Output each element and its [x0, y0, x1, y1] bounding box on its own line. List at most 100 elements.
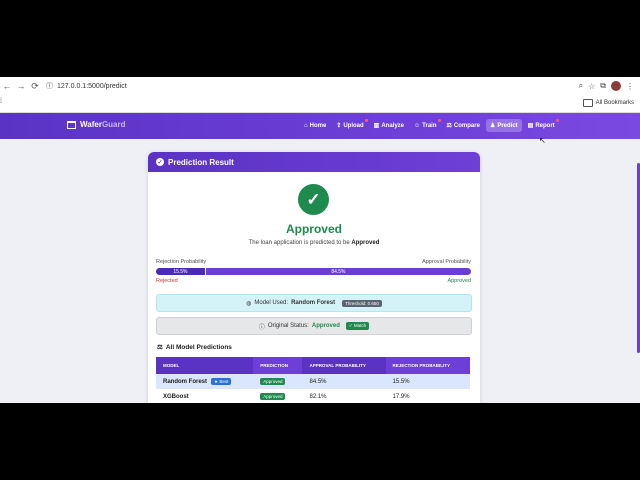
- predict-icon: ♟: [489, 123, 496, 129]
- model-cell: XGBoost: [163, 393, 189, 400]
- globe-icon: ◍: [246, 300, 252, 307]
- rejection-segment: 15.5%: [156, 268, 205, 275]
- col-model: MODEL: [156, 357, 254, 374]
- card-header: ✓ Prediction Result: [148, 152, 480, 172]
- best-label: Best: [219, 378, 229, 384]
- rejected-label: Rejected: [156, 278, 178, 284]
- address-bar: ← → ⟳ ⓘ 127.0.0.1:5000/predict ⌕ ☆ ⧉ ⋮: [0, 77, 640, 95]
- approval-segment: 84.5%: [204, 268, 471, 275]
- rejection-pct: 15.5%: [173, 268, 188, 275]
- url-text[interactable]: 127.0.0.1:5000/predict: [57, 83, 127, 90]
- nav-label: Compare: [453, 122, 480, 129]
- nav-upload[interactable]: ⇪ Upload: [332, 119, 368, 132]
- subtitle-value: Approved: [351, 240, 380, 246]
- threshold-badge: Threshold: 0.650: [342, 299, 382, 307]
- probability-bar: 15.5% 84.5%: [156, 268, 471, 275]
- result-subtitle: The loan application is predicted to be …: [148, 240, 480, 246]
- notification-dot: [364, 119, 368, 122]
- nav-label: Analyze: [381, 122, 405, 129]
- original-status-value: Approved: [311, 323, 340, 329]
- all-bookmarks-label: All Bookmarks: [595, 100, 634, 106]
- table-row: XGBoost Approved 82.1% 17.9%: [156, 389, 470, 403]
- nav-train[interactable]: ☺ Train: [410, 119, 441, 132]
- scale-icon: ⚖: [157, 344, 163, 351]
- nav-predict[interactable]: ♟ Predict: [485, 119, 522, 132]
- browser-window: ← → ⟳ ⓘ 127.0.0.1:5000/predict ⌕ ☆ ⧉ ⋮ ⁞…: [0, 77, 640, 403]
- table-header-row: MODEL PREDICTION APPROVAL PROBABILITY RE…: [156, 357, 470, 374]
- model-cell: Random Forest ★ Best: [156, 374, 254, 389]
- nav-report[interactable]: ▤ Report: [524, 119, 559, 132]
- approved-check-icon: ✓: [298, 184, 329, 215]
- bookmark-star-icon[interactable]: ☆: [588, 82, 595, 91]
- info-icon: ⓘ: [258, 324, 265, 331]
- predictions-table: MODEL PREDICTION APPROVAL PROBABILITY RE…: [156, 357, 470, 403]
- result-title: Approved: [285, 222, 342, 236]
- folder-icon: [582, 99, 593, 107]
- brand-name: Wafer: [80, 120, 102, 129]
- nav-label: Train: [422, 122, 437, 129]
- model-used-label: Model Used:: [254, 300, 289, 306]
- original-status-label: Original Status:: [267, 323, 309, 329]
- reload-icon[interactable]: ⟳: [28, 81, 42, 92]
- upload-icon: ⇪: [336, 123, 342, 129]
- col-rejection-probability: REJECTION PROBABILITY: [385, 357, 470, 374]
- nav-links: ⌂ Home ⇪ Upload ▥ Analyze ☺ Train ⚖ Compare ♟…: [300, 119, 559, 132]
- approval-cell: 82.1%: [309, 393, 327, 400]
- bookmarks-bar: ⁞ All Bookmarks: [0, 95, 640, 113]
- zoom-icon[interactable]: ⌕: [579, 81, 583, 91]
- approval-probability-label: Approval Probability: [422, 259, 471, 265]
- match-label: Match: [353, 323, 367, 328]
- back-icon[interactable]: ←: [0, 81, 14, 91]
- card-title: Prediction Result: [168, 157, 234, 167]
- rejection-cell: 17.9%: [392, 393, 410, 400]
- all-predictions-heading: ⚖ All Model Predictions: [157, 343, 232, 352]
- robot-icon: ☺: [414, 122, 421, 129]
- subtitle-text: The loan application is predicted to be: [248, 240, 352, 246]
- model-used-alert: ◍ Model Used: Random Forest Threshold: 0…: [156, 294, 472, 312]
- apps-icon[interactable]: ⁞: [0, 98, 2, 105]
- notification-dot: [437, 119, 441, 122]
- brand-logo[interactable]: WaferGuard: [67, 120, 126, 129]
- notification-dot: [555, 119, 559, 122]
- brand-name-accent: Guard: [101, 120, 126, 129]
- prediction-cell: Approved: [253, 374, 303, 389]
- col-prediction: PREDICTION: [253, 357, 303, 374]
- nav-label: Report: [535, 122, 555, 129]
- nav-label: Upload: [343, 122, 364, 129]
- report-icon: ▤: [527, 123, 534, 129]
- col-approval-probability: APPROVAL PROBABILITY: [302, 357, 386, 374]
- original-status-alert: ⓘ Original Status: Approved ✓ Match: [156, 317, 472, 335]
- check-circle-icon: ✓: [156, 158, 164, 166]
- model-name: Random Forest: [163, 378, 208, 385]
- forward-icon[interactable]: →: [14, 81, 28, 91]
- rejection-probability-label: Rejection Probability: [156, 259, 207, 265]
- menu-kebab-icon[interactable]: ⋮: [626, 82, 634, 91]
- home-icon: ⌂: [304, 122, 308, 129]
- all-bookmarks-button[interactable]: All Bookmarks: [582, 99, 634, 107]
- bank-icon: [67, 120, 76, 129]
- prediction-badge: Approved: [260, 392, 286, 400]
- chart-icon: ▥: [373, 123, 380, 129]
- extensions-icon[interactable]: ⧉: [600, 81, 606, 91]
- prediction-cell: Approved: [253, 389, 302, 403]
- site-info-icon[interactable]: ⓘ: [46, 81, 53, 91]
- approval-cell: 84.5%: [302, 374, 386, 389]
- model-used-value: Random Forest: [291, 300, 336, 306]
- nav-analyze[interactable]: ▥ Analyze: [370, 119, 408, 132]
- nav-label: Home: [309, 122, 327, 129]
- nav-home[interactable]: ⌂ Home: [300, 119, 330, 132]
- prediction-result-card: ✓ Prediction Result ✓ Approved The loan …: [148, 152, 480, 403]
- approved-label: Approved: [447, 278, 471, 284]
- prediction-badge: Approved: [260, 377, 286, 385]
- compare-icon: ⚖: [446, 123, 452, 129]
- mouse-cursor-icon: ↖: [539, 136, 546, 145]
- match-badge: ✓ Match: [345, 322, 370, 330]
- all-predictions-title: All Model Predictions: [165, 343, 232, 351]
- best-badge: ★ Best: [211, 377, 232, 385]
- nav-compare[interactable]: ⚖ Compare: [443, 119, 484, 132]
- nav-label: Predict: [497, 122, 518, 129]
- table-row: Random Forest ★ Best Approved 84.5% 15.5%: [156, 374, 470, 389]
- rejection-cell: 15.5%: [385, 374, 470, 389]
- approval-pct: 84.5%: [331, 268, 346, 275]
- profile-avatar[interactable]: [611, 81, 621, 91]
